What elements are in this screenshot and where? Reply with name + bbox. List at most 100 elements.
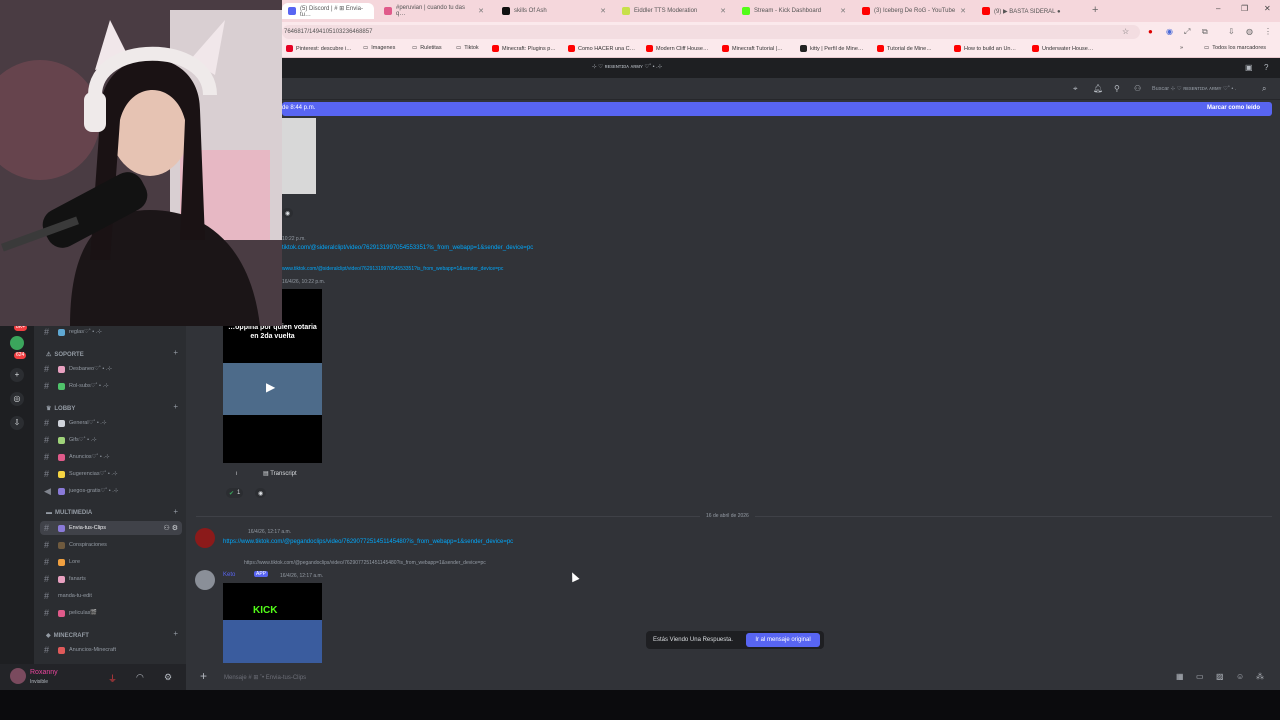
threads-icon[interactable]: ⌖ [1073,84,1078,94]
opera-icon[interactable]: ● [1148,27,1153,36]
pin-icon[interactable]: ⚲ [1114,84,1120,93]
avatar[interactable] [10,668,26,684]
bookmark[interactable]: Tutorial de Mine… [877,45,932,52]
channel-lore[interactable]: # Lore [40,555,182,569]
tab-youtube-basta[interactable]: (9) ▶ BASTA SIDERAL ● [976,3,1088,19]
bookmark[interactable]: Minecraft: Plugins p… [492,45,556,52]
info-icon[interactable]: i [236,471,237,477]
bookmark-folder[interactable]: ▭ Ruletitas [412,45,442,51]
category-soporte[interactable]: ⚠ SOPORTE [46,351,84,359]
add-server-icon[interactable]: + [10,368,24,382]
tab-tts[interactable]: Eiddler TTS Moderation ✕ [616,3,732,19]
create-channel-icon[interactable]: + [173,348,178,357]
all-bookmarks[interactable]: ▭ Todos los marcadores [1204,45,1266,51]
bookmark[interactable]: Underwater House… [1032,45,1093,52]
more-bookmarks-icon[interactable]: » [1180,45,1183,51]
tab-tiktok-peruvian[interactable]: #peruvian | cuando tu das q… ✕ [378,3,490,19]
channel-conspiraciones[interactable]: # Conspiraciones [40,538,182,552]
extension-icon[interactable]: ◉ [1166,27,1173,36]
invite-settings-icons[interactable]: ⚇ ⚙ [164,524,179,532]
reply-link[interactable]: https://www.tiktok.com/@pegandoclips/vid… [244,560,486,566]
channel-desbaneo[interactable]: # Desbaneo♡˚ • .⊹ [40,362,182,376]
channel-sugerencias[interactable]: # Sugerencias♡˚ • .⊹ [40,467,182,481]
extension-icon[interactable]: ⤢ [1184,27,1190,37]
channel-envia-tus-clips[interactable]: # Envia-tus-Clips ⚇ ⚙ [40,521,182,535]
download-icon[interactable]: ⇩ [1228,27,1235,36]
gif-icon[interactable]: ▭ [1196,672,1204,681]
search-icon[interactable]: ⌕ [1262,84,1266,94]
channel-rol-subs[interactable]: # Rol-subs♡˚ • .⊹ [40,379,182,393]
message-input[interactable]: Mensaje # ⊞ ˚• Envia-tus-Clips [224,674,306,681]
tab-skills[interactable]: skills Of Ash ✕ [496,3,612,19]
bookmark[interactable]: kitty | Perfil de Mine… [800,45,863,52]
sticker-icon[interactable]: ▨ [1216,672,1224,681]
close-tab-icon[interactable]: ✕ [960,7,966,15]
jump-to-original-button[interactable]: Ir al mensaje original [746,633,820,647]
bookmark-folder[interactable]: ▭ Tiktok [456,45,479,51]
reply-link[interactable]: www.tiktok.com/@sideralclipt/video/76291… [282,266,503,272]
apps-icon[interactable]: ⁂ [1256,672,1264,681]
bookmark[interactable]: Como HACER una C… [568,45,635,52]
upload-plus-icon[interactable]: + [200,669,207,683]
channel-peliculas[interactable]: # peliculas🎬 [40,606,182,620]
channel-anuncios-minecraft[interactable]: # Anuncios-Minecraft [40,643,182,657]
tab-kick[interactable]: Stream - Kick Dashboard ✕ [736,3,852,19]
extensions-puzzle-icon[interactable]: ⧉ [1202,27,1208,37]
inbox-icon[interactable]: ▣ [1245,63,1253,72]
transcript-button[interactable]: ▤ Transcript [263,470,297,477]
help-icon[interactable]: ? [1264,63,1268,72]
category-lobby[interactable]: ♛ LOBBY [46,405,75,413]
minimize-button[interactable]: – [1216,4,1220,13]
category-multimedia[interactable]: ▬ MULTIMEDIA [46,510,92,516]
channel-general[interactable]: # General♡˚ • .⊹ [40,416,182,430]
message-link[interactable]: https://www.tiktok.com/@pegandoclips/vid… [223,539,513,545]
url-field[interactable]: 7646817/1494105103236468857 [282,25,1140,39]
mark-as-read-button[interactable]: Marcar como leído [1207,105,1260,111]
tab-discord[interactable]: (5) Discord | # ⊞ Envia-tu… [282,3,374,19]
channel-anuncios[interactable]: # Anuncios♡˚ • .⊹ [40,450,182,464]
profile-icon[interactable]: ◍ [1246,27,1253,36]
bell-icon[interactable]: 🔔︎ [1093,84,1103,93]
bookmark[interactable]: Modern Cliff House… [646,45,708,52]
reaction-check[interactable]: ✔ 1 [226,488,244,498]
reaction[interactable]: ◉ [282,208,294,218]
close-tab-icon[interactable]: ✕ [720,7,726,15]
category-minecraft[interactable]: ◆ MINECRAFT [46,632,89,640]
explore-icon[interactable]: ◎ [10,392,24,406]
new-tab-button[interactable]: + [1092,4,1098,16]
close-tab-icon[interactable]: ✕ [600,7,606,15]
bookmark[interactable]: Pinterest: descubre i… [286,45,352,52]
bookmark[interactable]: Minecraft Tutorial |… [722,45,783,52]
add-reaction[interactable]: ◉ [255,488,267,498]
star-icon[interactable]: ☆ [1122,27,1129,36]
channel-manda-tu-edit[interactable]: # manda-tu-edit [40,589,182,603]
download-apps-icon[interactable]: ⇩ [10,416,24,430]
server-icon[interactable] [10,336,24,350]
channel-juegos-gratis[interactable]: ◀ juegos-gratis♡˚ • .⊹ [40,484,182,498]
avatar[interactable] [195,528,215,548]
maximize-button[interactable]: ❐ [1241,4,1248,13]
gear-icon[interactable]: ⚙ [164,672,172,683]
emoji-icon[interactable]: ☺ [1236,672,1244,681]
bookmark-folder[interactable]: ▭ Imagenes [363,45,395,51]
message-author[interactable]: Keto [223,572,235,578]
avatar[interactable] [195,570,215,590]
message-link[interactable]: tiktok.com/@sideralclipt/video/762913199… [282,245,533,251]
channel-fanarts[interactable]: # fanarts [40,572,182,586]
members-icon[interactable]: ⚇ [1134,84,1141,93]
mic-muted-icon[interactable]: ⏚ [108,672,117,685]
channel-gifs[interactable]: # Gifs♡˚ • .⊹ [40,433,182,447]
bookmark[interactable]: How to build an Un… [954,45,1016,52]
tab-youtube-iceberg[interactable]: (3) Iceberg De RoG - YouTube ✕ [856,3,972,19]
headphones-icon[interactable]: ◠ [136,672,144,683]
new-messages-bar[interactable]: de 8:44 p.m. Marcar como leído [282,102,1272,116]
video-embed[interactable]: KICK [223,583,322,663]
close-tab-icon[interactable]: ✕ [840,7,846,15]
close-window-button[interactable]: ✕ [1264,4,1271,13]
menu-icon[interactable]: ⋮ [1264,27,1272,36]
image-attachment[interactable] [282,118,316,194]
create-channel-icon[interactable]: + [173,402,178,411]
create-channel-icon[interactable]: + [173,507,178,516]
create-channel-icon[interactable]: + [173,629,178,638]
channel-reglas[interactable]: # reglas♡˚ • .⊹ [40,325,182,339]
